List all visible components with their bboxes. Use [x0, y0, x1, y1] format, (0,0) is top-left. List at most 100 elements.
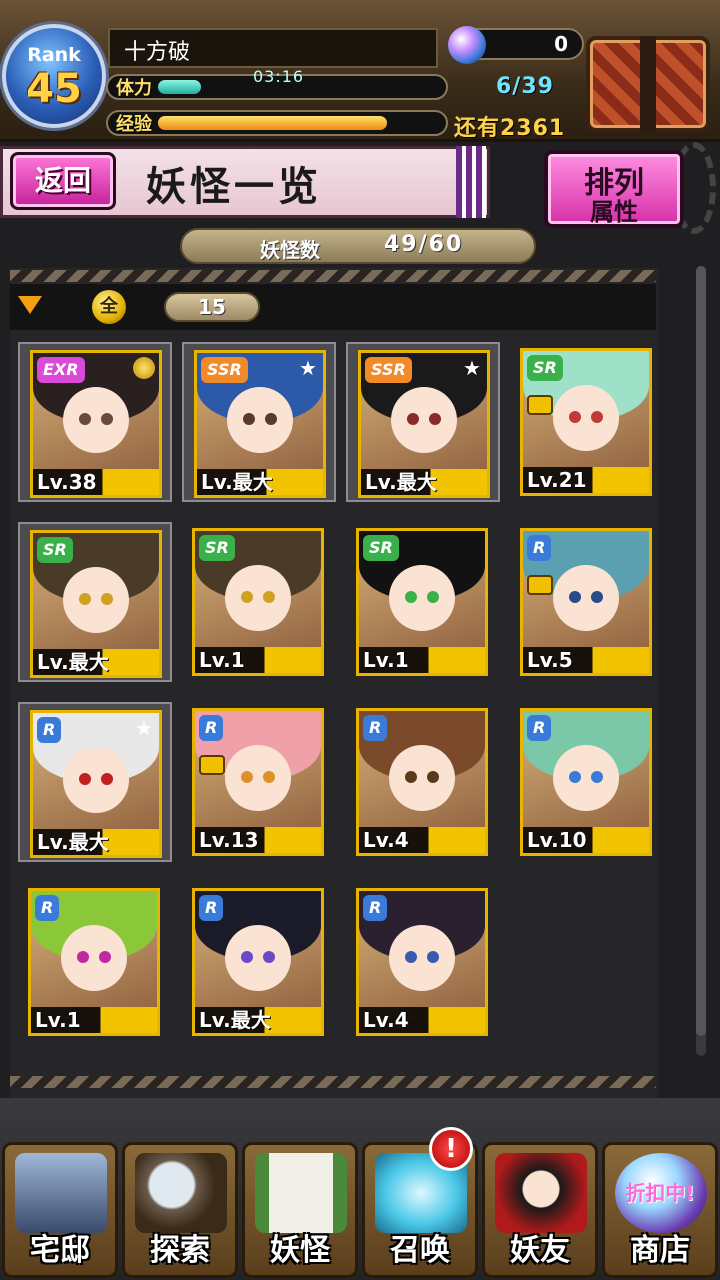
treasure-chest-icon[interactable]: [586, 36, 710, 132]
yokai-card[interactable]: R Lv.最大: [192, 888, 338, 1038]
status-bar: Rank 45 十方破 体力 03:16 经验 0 6/39 还有2361: [0, 0, 720, 142]
portrait-face: [227, 387, 293, 453]
element-all-icon[interactable]: 全: [92, 290, 126, 324]
card-frame: SSR ★ Lv.最大: [194, 350, 326, 498]
portrait-eye: [569, 771, 581, 783]
yokai-count-label: 妖怪数: [260, 238, 320, 262]
portrait-face: [553, 565, 619, 631]
portrait-eye: [405, 951, 417, 963]
card-frame: R Lv.5: [520, 528, 652, 676]
portrait-eye: [407, 413, 419, 425]
rope-divider: [10, 1076, 656, 1088]
yokai-card[interactable]: R Lv.5: [520, 528, 658, 678]
card-frame: R ★ Lv.最大: [30, 710, 162, 858]
mansion-icon: [15, 1153, 107, 1233]
spirit-orb-icon: [448, 26, 486, 64]
card-frame: SR Lv.21: [520, 348, 652, 496]
sort-button[interactable]: 排列 属性: [544, 150, 684, 228]
card-frame: SR Lv.1: [356, 528, 488, 676]
star-icon: ★: [463, 356, 481, 380]
rarity-badge: R: [35, 895, 60, 921]
rank-label: Rank: [27, 44, 81, 66]
sort-mode: 属性: [590, 198, 638, 226]
portrait-eye: [101, 593, 113, 605]
nav-explore-label: 探索: [150, 1233, 210, 1268]
lock-icon: [527, 575, 553, 595]
orb-counter[interactable]: 0: [448, 26, 584, 64]
card-frame: R Lv.最大: [192, 888, 324, 1036]
yokai-card[interactable]: SR Lv.21: [520, 348, 658, 498]
back-button[interactable]: 返回: [10, 152, 116, 210]
rarity-badge: SR: [363, 535, 399, 561]
fox-girl-icon: [495, 1153, 587, 1233]
yokai-card[interactable]: SR Lv.最大: [18, 522, 172, 682]
yokai-card[interactable]: SSR ★ Lv.最大: [346, 342, 500, 502]
yokai-card[interactable]: SSR ★ Lv.最大: [182, 342, 336, 502]
yokai-card[interactable]: R Lv.4: [356, 708, 502, 858]
page-title: 妖怪一览: [146, 164, 322, 210]
portrait-eye: [591, 771, 603, 783]
yokai-card[interactable]: R Lv.13: [192, 708, 338, 858]
portrait-face: [225, 745, 291, 811]
portrait-eye: [79, 773, 91, 785]
portrait-face: [553, 745, 619, 811]
yokai-card[interactable]: EXR Lv.38: [18, 342, 172, 502]
yokai-card[interactable]: R Lv.1: [28, 888, 174, 1038]
medal-icon: [133, 357, 155, 379]
portrait-face: [225, 925, 291, 991]
sale-badge: 折扣中!: [625, 1181, 695, 1205]
portrait-eye: [429, 413, 441, 425]
portrait-eye: [427, 951, 439, 963]
portrait-eye: [427, 771, 439, 783]
rank-badge[interactable]: Rank 45: [2, 24, 106, 128]
nav-explore[interactable]: 探索: [122, 1142, 238, 1278]
yokai-card[interactable]: SR Lv.1: [192, 528, 338, 678]
card-frame: R Lv.13: [192, 708, 324, 856]
rarity-badge: R: [363, 715, 388, 741]
portrait-face: [61, 925, 127, 991]
title-stripe: [456, 146, 486, 218]
portrait-face: [63, 567, 129, 633]
portrait-eye: [79, 593, 91, 605]
portrait-face: [553, 385, 619, 451]
portrait-eye: [241, 951, 253, 963]
nav-home-label: 宅邸: [30, 1233, 90, 1268]
rope-divider: [10, 270, 656, 282]
nav-home[interactable]: 宅邸: [2, 1142, 118, 1278]
portrait-eye: [77, 951, 89, 963]
notification-badge: !: [429, 1127, 473, 1171]
rank-value: 45: [26, 66, 82, 112]
level-label: Lv.最大: [33, 649, 159, 675]
card-frame: R Lv.4: [356, 888, 488, 1036]
scroll-icon: [255, 1153, 347, 1233]
nav-yokai[interactable]: 妖怪: [242, 1142, 358, 1278]
filter-count: 15: [164, 292, 260, 322]
card-frame: SR Lv.1: [192, 528, 324, 676]
yokai-list[interactable]: 全 15 EXR Lv.38 SSR ★ Lv.最大 SSR ★ Lv.最大 SR Lv.21 SR…: [10, 268, 658, 1098]
level-label: Lv.最大: [361, 469, 487, 495]
yokai-card[interactable]: R Lv.10: [520, 708, 658, 858]
nav-summon[interactable]: ! 召唤: [362, 1127, 478, 1278]
yokai-count: 妖怪数 49/60: [180, 228, 536, 264]
scroll-thumb[interactable]: [696, 266, 706, 1036]
portrait-eye: [101, 413, 113, 425]
nav-friends[interactable]: 妖友: [482, 1142, 598, 1278]
nav-shop[interactable]: 折扣中! 商店: [602, 1142, 718, 1278]
level-label: Lv.1: [195, 647, 321, 673]
scrollbar[interactable]: [696, 266, 706, 1056]
rarity-badge: R: [199, 895, 224, 921]
exp-remaining: 还有2361: [454, 116, 566, 141]
collapse-arrow-icon[interactable]: [18, 296, 42, 314]
portrait-face: [389, 745, 455, 811]
portrait-eye: [569, 591, 581, 603]
card-frame: SR Lv.最大: [30, 530, 162, 678]
yokai-card[interactable]: R ★ Lv.最大: [18, 702, 172, 862]
level-label: Lv.最大: [33, 829, 159, 855]
level-label: Lv.最大: [197, 469, 323, 495]
nav-shop-label: 商店: [630, 1233, 690, 1268]
yokai-card[interactable]: R Lv.4: [356, 888, 502, 1038]
portrait-eye: [591, 411, 603, 423]
rarity-badge: R: [527, 715, 552, 741]
level-label: Lv.21: [523, 467, 649, 493]
yokai-card[interactable]: SR Lv.1: [356, 528, 502, 678]
